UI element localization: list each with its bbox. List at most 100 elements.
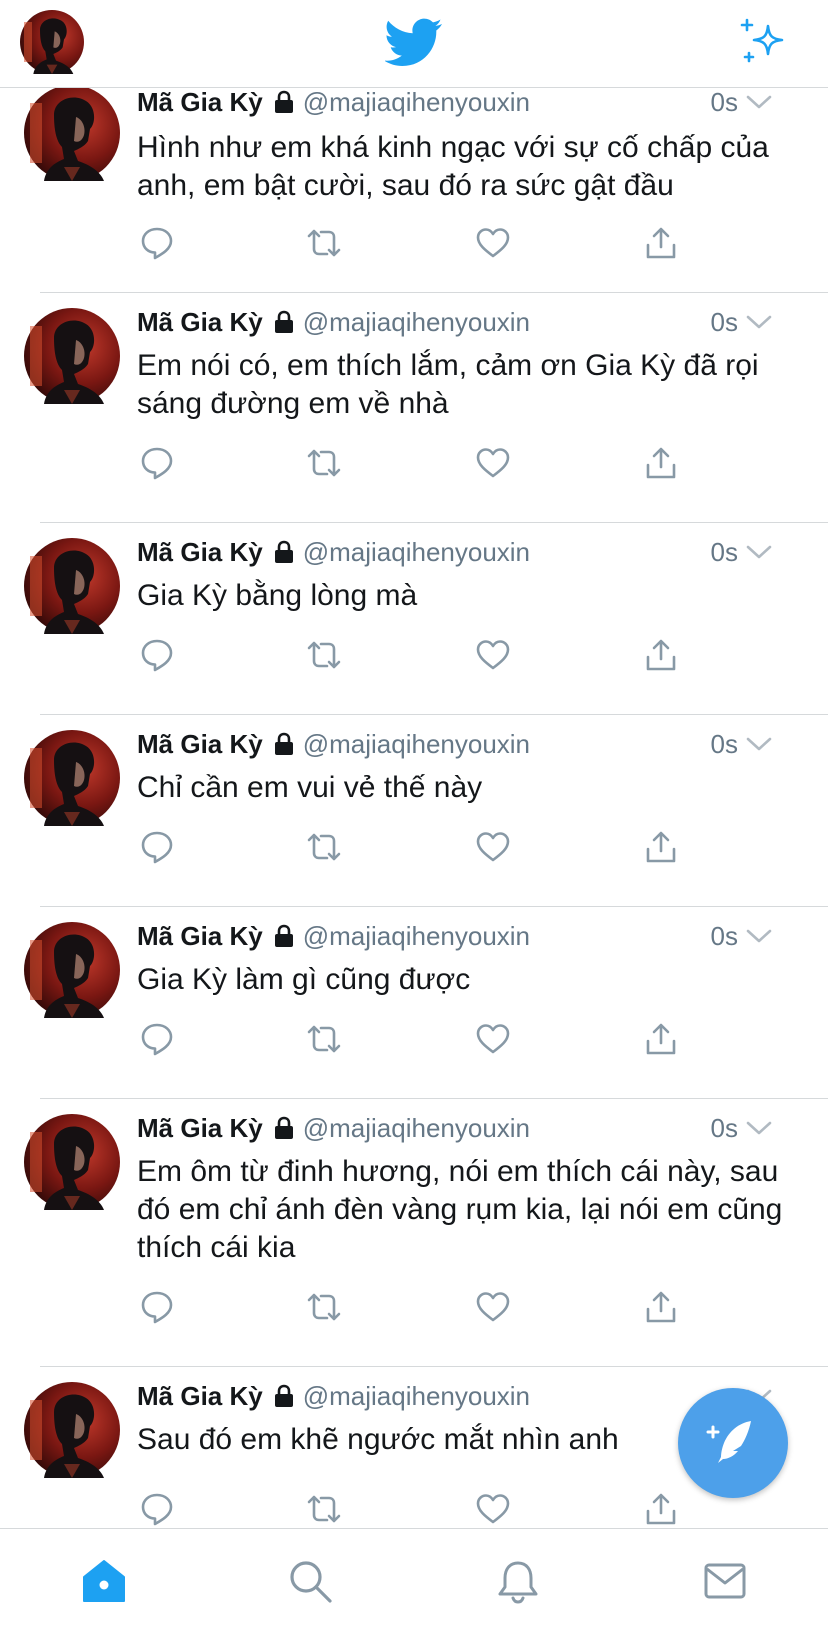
- author-handle[interactable]: @majiaqihenyouxin: [303, 88, 530, 118]
- tweet-avatar[interactable]: [24, 1382, 120, 1478]
- tweet-time: 0s: [710, 728, 738, 759]
- compose-tweet-button[interactable]: [678, 1388, 788, 1498]
- chevron-down-icon[interactable]: [746, 94, 772, 110]
- tweet[interactable]: Mã Gia Kỳ @majiaqihenyouxin 0s Chỉ cần e…: [0, 715, 828, 907]
- home-timeline[interactable]: Mã Gia Kỳ @majiaqihenyouxin 0s Hình như …: [0, 88, 828, 1528]
- tweet-header: Mã Gia Kỳ @majiaqihenyouxin 0s: [137, 305, 800, 339]
- tweet-text: Chỉ cần em vui vẻ thế này: [137, 771, 483, 804]
- tweet-actions: [0, 637, 828, 677]
- search-icon[interactable]: [286, 1557, 334, 1605]
- share-icon[interactable]: [643, 829, 679, 865]
- sparkle-icon[interactable]: [738, 18, 788, 68]
- bottom-tab-bar: [0, 1528, 828, 1628]
- tweet-time: 0s: [710, 1112, 738, 1143]
- author-name[interactable]: Mã Gia Kỳ: [137, 921, 263, 952]
- tweet-header: Mã Gia Kỳ @majiaqihenyouxin 0s: [137, 88, 800, 119]
- chevron-down-icon[interactable]: [746, 544, 772, 560]
- tweet-text: Em ôm từ đinh hương, nói em thích cái nà…: [137, 1155, 783, 1264]
- reply-icon[interactable]: [139, 1289, 175, 1325]
- tweet-text: Em nói có, em thích lắm, cảm ơn Gia Kỳ đ…: [137, 349, 759, 420]
- author-name[interactable]: Mã Gia Kỳ: [137, 307, 263, 338]
- author-name[interactable]: Mã Gia Kỳ: [137, 1381, 263, 1412]
- share-icon[interactable]: [643, 637, 679, 673]
- retweet-icon[interactable]: [306, 1491, 342, 1527]
- chevron-down-icon[interactable]: [746, 928, 772, 944]
- retweet-icon[interactable]: [306, 829, 342, 865]
- tweet-text: Gia Kỳ bằng lòng mà: [137, 579, 418, 612]
- retweet-icon[interactable]: [306, 1289, 342, 1325]
- tweet[interactable]: Mã Gia Kỳ @majiaqihenyouxin 0s Em ôm từ …: [0, 1099, 828, 1367]
- tweet[interactable]: Mã Gia Kỳ @majiaqihenyouxin 0s Em nói có…: [0, 293, 828, 523]
- reply-icon[interactable]: [139, 225, 175, 261]
- author-handle[interactable]: @majiaqihenyouxin: [303, 1381, 530, 1412]
- tweet[interactable]: Mã Gia Kỳ @majiaqihenyouxin 0s Gia Kỳ là…: [0, 907, 828, 1099]
- author-handle[interactable]: @majiaqihenyouxin: [303, 1113, 530, 1144]
- retweet-icon[interactable]: [306, 445, 342, 481]
- share-icon[interactable]: [643, 1491, 679, 1527]
- like-icon[interactable]: [475, 637, 511, 673]
- tweet-time: 0s: [710, 920, 738, 951]
- tweet-avatar[interactable]: [24, 538, 120, 634]
- tweet-actions: [0, 829, 828, 869]
- tweet-avatar[interactable]: [24, 88, 120, 181]
- chevron-down-icon[interactable]: [746, 314, 772, 330]
- tweet-avatar[interactable]: [24, 922, 120, 1018]
- lock-icon: [273, 90, 295, 114]
- author-name[interactable]: Mã Gia Kỳ: [137, 1113, 263, 1144]
- tweet-avatar[interactable]: [24, 1114, 120, 1210]
- lock-icon: [273, 1384, 295, 1408]
- messages-envelope-icon[interactable]: [701, 1557, 749, 1605]
- tweet-time: 0s: [710, 536, 738, 567]
- reply-icon[interactable]: [139, 445, 175, 481]
- author-name[interactable]: Mã Gia Kỳ: [137, 537, 263, 568]
- reply-icon[interactable]: [139, 637, 175, 673]
- author-handle[interactable]: @majiaqihenyouxin: [303, 307, 530, 338]
- share-icon[interactable]: [643, 1021, 679, 1057]
- tweet[interactable]: Mã Gia Kỳ @majiaqihenyouxin 0s Hình như …: [0, 88, 828, 290]
- lock-icon: [273, 732, 295, 756]
- share-icon[interactable]: [643, 1289, 679, 1325]
- lock-icon: [273, 540, 295, 564]
- tweet-avatar[interactable]: [24, 308, 120, 404]
- tweet-time: 0s: [710, 88, 738, 117]
- like-icon[interactable]: [475, 829, 511, 865]
- tweet-text: Gia Kỳ làm gì cũng được: [137, 963, 471, 996]
- retweet-icon[interactable]: [306, 637, 342, 673]
- author-handle[interactable]: @majiaqihenyouxin: [303, 729, 530, 760]
- tweet-header: Mã Gia Kỳ @majiaqihenyouxin 0s: [137, 919, 800, 953]
- tweet-text: Hình như em khá kinh ngạc với sự cố chấp…: [137, 131, 769, 202]
- tweet-actions: [0, 1021, 828, 1061]
- like-icon[interactable]: [475, 1491, 511, 1527]
- chevron-down-icon[interactable]: [746, 1120, 772, 1136]
- reply-icon[interactable]: [139, 1021, 175, 1057]
- tweet-actions: [0, 1289, 828, 1329]
- tweet-avatar[interactable]: [24, 730, 120, 826]
- retweet-icon[interactable]: [306, 1021, 342, 1057]
- compose-tweet-icon: [706, 1421, 751, 1463]
- author-name[interactable]: Mã Gia Kỳ: [137, 729, 263, 760]
- like-icon[interactable]: [475, 225, 511, 261]
- author-name[interactable]: Mã Gia Kỳ: [137, 88, 263, 118]
- share-icon[interactable]: [643, 225, 679, 261]
- reply-icon[interactable]: [139, 1491, 175, 1527]
- tweet[interactable]: Mã Gia Kỳ @majiaqihenyouxin 0s Gia Kỳ bằ…: [0, 523, 828, 715]
- tweet-header: Mã Gia Kỳ @majiaqihenyouxin 0s: [137, 1111, 800, 1145]
- like-icon[interactable]: [475, 1021, 511, 1057]
- notifications-bell-icon[interactable]: [494, 1557, 542, 1605]
- profile-avatar[interactable]: [20, 10, 84, 74]
- tweet-header: Mã Gia Kỳ @majiaqihenyouxin 0s: [137, 535, 800, 569]
- lock-icon: [273, 924, 295, 948]
- lock-icon: [273, 310, 295, 334]
- home-icon[interactable]: [80, 1557, 128, 1605]
- retweet-icon[interactable]: [306, 225, 342, 261]
- tweet-actions: [0, 1491, 828, 1528]
- share-icon[interactable]: [643, 445, 679, 481]
- like-icon[interactable]: [475, 1289, 511, 1325]
- author-handle[interactable]: @majiaqihenyouxin: [303, 921, 530, 952]
- reply-icon[interactable]: [139, 829, 175, 865]
- tweet-header: Mã Gia Kỳ @majiaqihenyouxin 0s: [137, 727, 800, 761]
- like-icon[interactable]: [475, 445, 511, 481]
- chevron-down-icon[interactable]: [746, 736, 772, 752]
- author-handle[interactable]: @majiaqihenyouxin: [303, 537, 530, 568]
- top-header: [0, 0, 828, 88]
